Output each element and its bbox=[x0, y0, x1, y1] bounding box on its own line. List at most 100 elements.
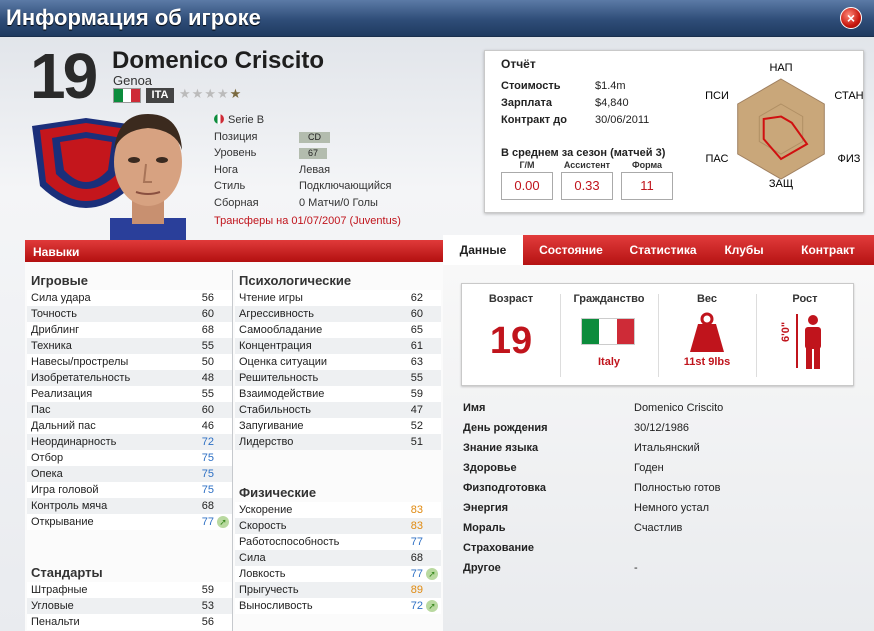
attribute-name: Прыгучесть bbox=[239, 584, 299, 596]
avg-form-value: 11 bbox=[621, 172, 673, 200]
radar-label-top-left: ПСИ bbox=[705, 90, 729, 102]
attribute-value: 46 bbox=[201, 420, 214, 432]
league-row: Serie B bbox=[214, 112, 444, 129]
attribute-name: Дальний пас bbox=[31, 420, 96, 432]
citizenship-column: Гражданство Italy bbox=[560, 284, 658, 387]
attribute-value: 55 bbox=[201, 388, 214, 400]
technical-attribute-row: Реализация 55 bbox=[27, 386, 232, 402]
bio-value: Итальянский bbox=[634, 442, 700, 454]
mental-attribute-row: Лидерство 51 bbox=[235, 434, 441, 450]
star-icon: ★ bbox=[191, 86, 205, 101]
bio-label: Мораль bbox=[463, 522, 506, 534]
attribute-value: 77 bbox=[410, 536, 423, 548]
technical-attribute-row: Отбор 75 bbox=[27, 450, 232, 466]
attribute-value: 52 bbox=[410, 420, 423, 432]
weight-label: Вес bbox=[696, 293, 718, 305]
attribute-name: Пас bbox=[31, 404, 51, 416]
tab-clubs[interactable]: Клубы bbox=[711, 235, 777, 265]
attribute-name: Ловкость bbox=[239, 568, 286, 580]
technical-attribute-row: Пас 60 bbox=[27, 402, 232, 418]
attribute-value: 50 bbox=[201, 356, 214, 368]
mental-attribute-row: Решительность 55 bbox=[235, 370, 441, 386]
player-name: Domenico Criscito bbox=[112, 47, 325, 74]
improving-arrow-icon: ➚ bbox=[217, 516, 229, 528]
attribute-name: Техника bbox=[31, 340, 72, 352]
citizenship-value[interactable]: Italy bbox=[560, 356, 658, 368]
league-name[interactable]: Serie B bbox=[228, 114, 264, 126]
attribute-name: Сила bbox=[239, 552, 266, 564]
attribute-value: 56 bbox=[201, 292, 214, 304]
bio-value: Domenico Criscito bbox=[634, 402, 724, 414]
player-club[interactable]: Genoa bbox=[113, 73, 152, 88]
physical-attribute-row: Ускорение 83 bbox=[235, 502, 441, 518]
physical-attribute-row: Скорость 83 bbox=[235, 518, 441, 534]
attribute-name: Агрессивность bbox=[239, 308, 315, 320]
avg-assists-box: Ассистент 0.33 bbox=[561, 160, 613, 200]
attribute-value: 63 bbox=[410, 356, 423, 368]
attribute-name: Скорость bbox=[239, 520, 287, 532]
skills-header: Навыки bbox=[25, 240, 443, 262]
tab-statistics[interactable]: Статистика bbox=[615, 235, 711, 265]
attribute-name: Открывание bbox=[31, 516, 94, 528]
attribute-name: Навесы/прострелы bbox=[31, 356, 129, 368]
technical-attribute-row: Игра головой 75 bbox=[27, 482, 232, 498]
transfer-note: Трансферы на 01/07/2007 (Juventus) bbox=[214, 215, 401, 227]
attribute-name: Угловые bbox=[31, 600, 74, 612]
tab-condition[interactable]: Состояние bbox=[527, 235, 615, 265]
physical-attribute-row: Работоспособность 77 bbox=[235, 534, 441, 550]
attribute-value: 55 bbox=[410, 372, 423, 384]
physical-attribute-row: Выносливость 72 ➚ bbox=[235, 598, 441, 614]
attribute-name: Чтение игры bbox=[239, 292, 303, 304]
radar-label-bottom-right: ФИЗ bbox=[838, 153, 861, 165]
tab-bar: Данные Состояние Статистика Клубы Контра… bbox=[443, 235, 874, 265]
attribute-radar-chart: НАП СТАН ФИЗ ЗАЩ ПАС ПСИ bbox=[705, 62, 863, 190]
level-row: Уровень 67 bbox=[214, 145, 444, 162]
attribute-value: 48 bbox=[201, 372, 214, 384]
improving-arrow-icon: ➚ bbox=[426, 568, 438, 580]
position-row: Позиция CD bbox=[214, 129, 444, 146]
attribute-value: 75 bbox=[201, 484, 214, 496]
age-value: 19 bbox=[489, 320, 533, 362]
attribute-name: Лидерство bbox=[239, 436, 294, 448]
attribute-name: Штрафные bbox=[31, 584, 88, 596]
attribute-name: Взаимодействие bbox=[239, 388, 325, 400]
mental-attribute-row: Оценка ситуации 63 bbox=[235, 354, 441, 370]
attribute-name: Отбор bbox=[31, 452, 64, 464]
attribute-name: Дриблинг bbox=[31, 324, 80, 336]
technical-attribute-row: Контроль мяча 68 bbox=[27, 498, 232, 514]
attribute-value: 60 bbox=[201, 404, 214, 416]
tab-data[interactable]: Данные bbox=[443, 235, 523, 265]
bio-row: Знание языка Итальянский bbox=[463, 438, 858, 458]
bio-value: Немного устал bbox=[634, 502, 710, 514]
physical-attribute-row: Ловкость 77 ➚ bbox=[235, 566, 441, 582]
technical-attribute-row: Открывание 77 ➚ bbox=[27, 514, 232, 530]
tab-contract[interactable]: Контракт bbox=[783, 235, 873, 265]
technical-title: Игровые bbox=[31, 273, 88, 288]
mental-attributes-list: Чтение игры 62 Агрессивность 60 Самообладани… bbox=[235, 290, 441, 450]
league-flag-icon bbox=[214, 114, 224, 124]
bio-value: 30/12/1986 bbox=[634, 422, 690, 434]
foot-label: Нога bbox=[214, 163, 238, 176]
mental-title: Психологические bbox=[239, 273, 352, 288]
attribute-name: Реализация bbox=[31, 388, 93, 400]
attribute-name: Опека bbox=[31, 468, 63, 480]
bio-value: Полностью готов bbox=[634, 482, 721, 494]
age-column: Возраст 19 bbox=[462, 284, 560, 387]
attribute-value: 75 bbox=[201, 452, 214, 464]
technical-attribute-row: Сила удара 56 bbox=[27, 290, 232, 306]
bio-row: День рождения 30/12/1986 bbox=[463, 418, 858, 438]
level-badge: 67 bbox=[299, 148, 328, 159]
citizenship-label: Гражданство bbox=[573, 293, 645, 305]
close-button[interactable]: × bbox=[840, 7, 862, 29]
setpieces-attribute-row: Пенальти 56 bbox=[27, 614, 232, 630]
attribute-name: Сила удара bbox=[31, 292, 91, 304]
player-info-window: Информация об игроке × 19 Domenico Crisc… bbox=[0, 0, 874, 631]
attribute-value: 51 bbox=[410, 436, 423, 448]
attribute-value: 68 bbox=[410, 552, 423, 564]
bio-label: Энергия bbox=[463, 502, 509, 514]
star-icon: ★ bbox=[216, 86, 230, 101]
person-height-icon bbox=[805, 315, 821, 369]
setpieces-title: Стандарты bbox=[31, 565, 103, 580]
attribute-value: 68 bbox=[201, 324, 214, 336]
avg-assists-label: Ассистент bbox=[563, 160, 611, 170]
